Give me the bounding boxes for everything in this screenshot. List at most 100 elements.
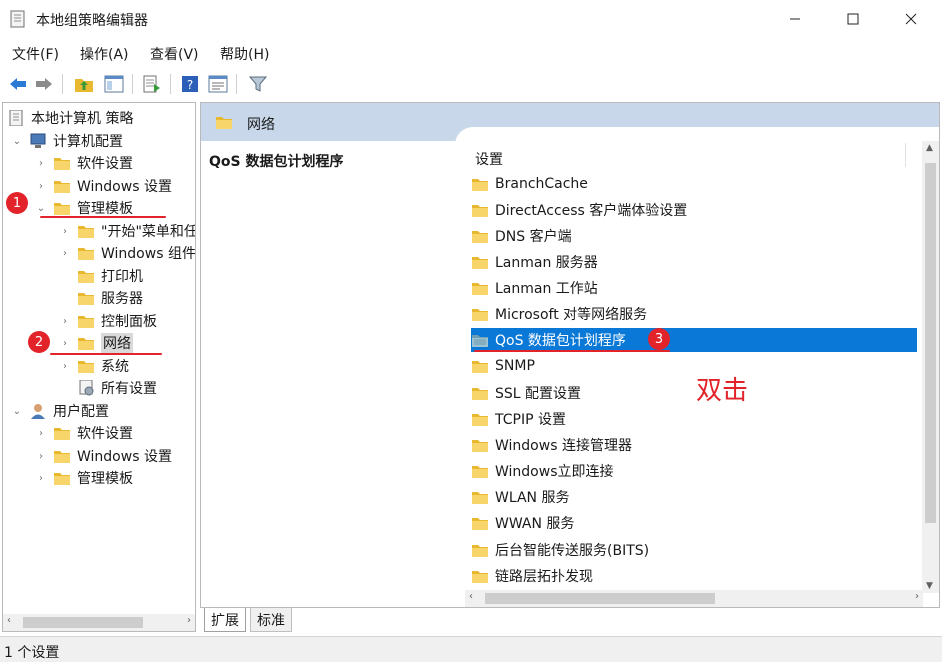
tree-item-server[interactable]: 服务器: [77, 287, 143, 309]
tree-item-windows-settings[interactable]: › Windows 设置: [35, 175, 172, 197]
list-item-label: Lanman 工作站: [495, 281, 598, 297]
list-item-lanman-workstation[interactable]: Lanman 工作站: [471, 276, 917, 300]
folder-icon: [215, 114, 233, 130]
list-item-tcpip-settings[interactable]: TCPIP 设置: [471, 407, 917, 431]
tree-item-user-config[interactable]: ⌄ 用户配置: [11, 400, 109, 422]
tree-item-system[interactable]: › 系统: [59, 355, 129, 377]
tree-item-local-computer-policy[interactable]: 本地计算机 策略: [7, 107, 133, 129]
tree-item-user-admin-templates[interactable]: › 管理模板: [35, 467, 133, 489]
list-item-snmp[interactable]: SNMP: [471, 354, 917, 378]
scroll-up-icon[interactable]: ▲: [926, 143, 933, 153]
tab-extended[interactable]: 扩展: [204, 608, 246, 632]
collapse-arrow-icon[interactable]: ⌄: [11, 405, 23, 417]
folder-icon: [77, 313, 95, 329]
tree-item-all-settings[interactable]: 所有设置: [77, 377, 157, 399]
minimize-icon: [790, 18, 800, 20]
up-level-button[interactable]: [72, 72, 96, 96]
scroll-left-icon[interactable]: ‹: [469, 591, 473, 602]
expand-arrow-icon[interactable]: ›: [59, 315, 71, 327]
list-vertical-scrollbar[interactable]: ▲ ▼: [922, 141, 939, 593]
folder-icon: [77, 335, 95, 351]
scroll-right-icon[interactable]: ›: [187, 615, 191, 626]
expand-arrow-icon[interactable]: ›: [35, 157, 47, 169]
list-item-ssl-config[interactable]: SSL 配置设置: [471, 381, 917, 405]
scroll-left-icon[interactable]: ‹: [7, 615, 11, 626]
column-header-setting[interactable]: 设置: [475, 149, 503, 169]
scroll-right-icon[interactable]: ›: [915, 591, 919, 602]
list-item-dns-client[interactable]: DNS 客户端: [471, 224, 917, 248]
tree-item-user-software-settings[interactable]: › 软件设置: [35, 422, 133, 444]
special-folder-icon: [471, 332, 489, 348]
properties-button[interactable]: [206, 72, 230, 96]
back-button[interactable]: [6, 72, 30, 96]
tree-item-user-windows-settings[interactable]: › Windows 设置: [35, 445, 172, 467]
list-item-label: 链路层拓扑发现: [495, 569, 593, 585]
tree-item-windows-components[interactable]: › Windows 组件: [59, 242, 195, 264]
list-item-lanman-server[interactable]: Lanman 服务器: [471, 250, 917, 274]
folder-icon: [471, 385, 489, 401]
annotation-underline-qos: [474, 350, 670, 352]
close-button[interactable]: [888, 0, 934, 38]
menu-help[interactable]: 帮助(H): [220, 44, 269, 64]
expand-arrow-icon[interactable]: ›: [59, 247, 71, 259]
tree-item-printers[interactable]: 打印机: [77, 265, 143, 287]
menu-view[interactable]: 查看(V): [150, 44, 199, 64]
expand-arrow-icon[interactable]: ›: [59, 360, 71, 372]
navigation-tree[interactable]: 本地计算机 策略 ⌄ 计算机配置 › 软件设置 › Windows 设置 ⌄ 管…: [2, 102, 196, 632]
expand-arrow-icon[interactable]: ›: [59, 337, 71, 349]
scroll-thumb[interactable]: [925, 163, 936, 523]
tree-label: Windows 设置: [77, 179, 172, 195]
svg-text:?: ?: [187, 78, 193, 92]
export-list-button[interactable]: [140, 72, 164, 96]
forward-button[interactable]: [32, 72, 56, 96]
expand-arrow-icon[interactable]: ›: [35, 180, 47, 192]
collapse-arrow-icon[interactable]: ⌄: [35, 202, 47, 214]
list-item-branchcache[interactable]: BranchCache: [471, 172, 917, 196]
folder-icon: [77, 290, 95, 306]
tab-standard[interactable]: 标准: [250, 608, 292, 632]
list-item-windows-connect-now[interactable]: Windows立即连接: [471, 459, 917, 483]
tree-horizontal-scrollbar[interactable]: ‹ ›: [3, 614, 195, 631]
column-separator[interactable]: [905, 143, 906, 167]
expand-arrow-icon[interactable]: ›: [59, 225, 71, 237]
all-settings-icon: [79, 380, 94, 396]
collapse-arrow-icon[interactable]: ⌄: [11, 135, 23, 147]
tree-item-computer-config[interactable]: ⌄ 计算机配置: [11, 130, 123, 152]
computer-icon: [30, 133, 46, 148]
folder-icon: [77, 268, 95, 284]
filter-button[interactable]: [246, 72, 270, 96]
tree-label: 打印机: [101, 269, 143, 285]
status-bar: 1 个设置: [0, 636, 942, 662]
menu-file[interactable]: 文件(F): [12, 44, 59, 64]
list-item-windows-connection-manager[interactable]: Windows 连接管理器: [471, 433, 917, 457]
expand-arrow-icon[interactable]: ›: [35, 427, 47, 439]
scroll-thumb[interactable]: [485, 593, 715, 604]
tree-item-start-menu[interactable]: › "开始"菜单和任: [59, 220, 195, 242]
folder-icon: [471, 489, 489, 505]
up-folder-icon: [75, 79, 93, 92]
list-item-label: SNMP: [495, 358, 535, 374]
expand-arrow-icon[interactable]: ›: [35, 472, 47, 484]
maximize-button[interactable]: [830, 0, 876, 38]
show-hide-tree-button[interactable]: [102, 72, 126, 96]
tree-item-network[interactable]: › 网络: [59, 332, 133, 354]
list-horizontal-scrollbar[interactable]: ‹ ›: [465, 590, 923, 607]
list-item-directaccess[interactable]: DirectAccess 客户端体验设置: [471, 198, 917, 222]
list-item-link-layer-topology[interactable]: 链路层拓扑发现: [471, 564, 917, 588]
list-item-microsoft-peer-networking[interactable]: Microsoft 对等网络服务: [471, 302, 917, 326]
list-item-wwan-service[interactable]: WWAN 服务: [471, 511, 917, 535]
scroll-down-icon[interactable]: ▼: [926, 581, 933, 591]
menu-action[interactable]: 操作(A): [80, 44, 129, 64]
expand-arrow-icon[interactable]: ›: [35, 450, 47, 462]
list-item-bits[interactable]: 后台智能传送服务(BITS): [471, 538, 917, 562]
help-button[interactable]: ?: [178, 72, 202, 96]
list-item-label: SSL 配置设置: [495, 386, 582, 402]
scroll-thumb[interactable]: [23, 617, 143, 628]
annotation-double-click-note: 双击: [696, 376, 749, 406]
selected-item-description-title: QoS 数据包计划程序: [209, 154, 344, 170]
list-item-qos-packet-scheduler[interactable]: QoS 数据包计划程序: [471, 328, 917, 352]
tree-item-control-panel[interactable]: › 控制面板: [59, 310, 157, 332]
tree-item-software-settings[interactable]: › 软件设置: [35, 152, 133, 174]
list-item-wlan-service[interactable]: WLAN 服务: [471, 485, 917, 509]
minimize-button[interactable]: [772, 0, 818, 38]
